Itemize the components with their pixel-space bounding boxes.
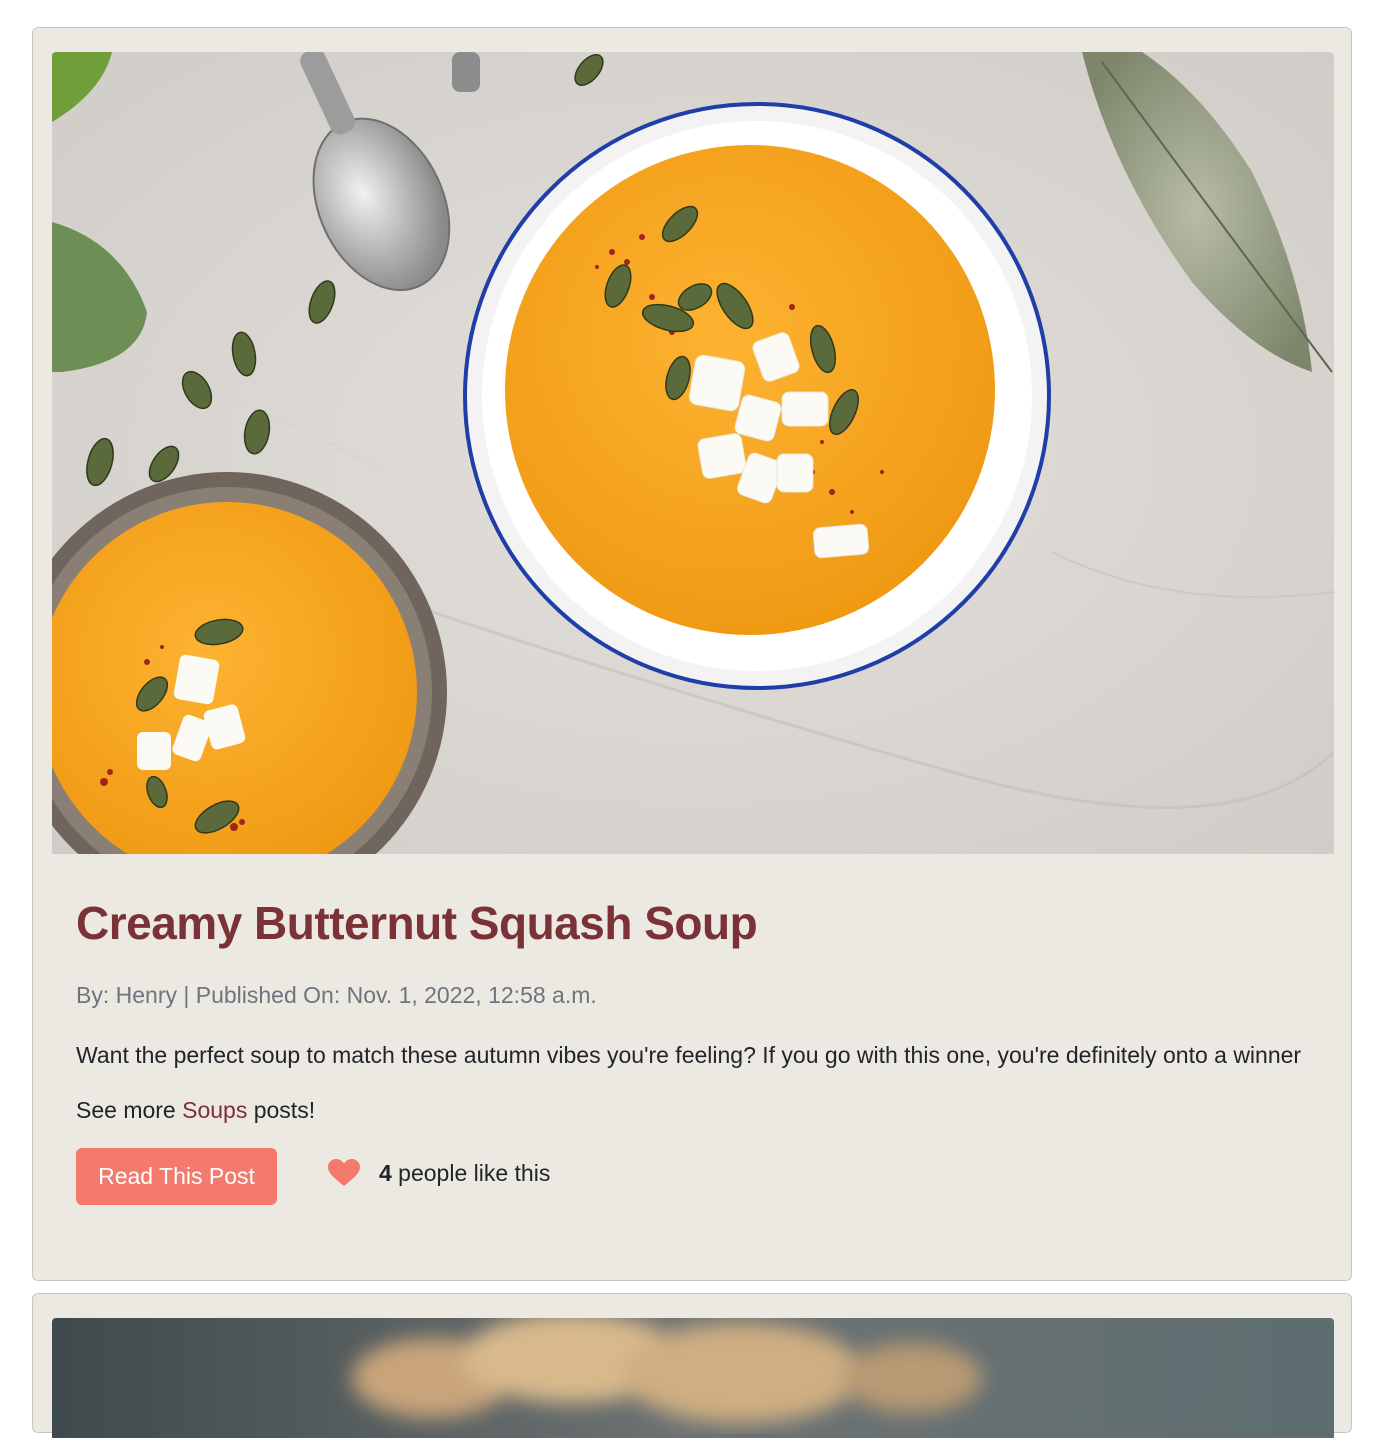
post-excerpt: Want the perfect soup to match these aut… [76,1041,1302,1068]
like-count-number: 4 [379,1159,392,1186]
post-card: Creamy Butternut Squash Soup By: Henry |… [32,27,1352,1281]
read-post-button[interactable]: Read This Post [76,1147,277,1205]
post-image [52,1318,1334,1438]
see-more-prefix: See more [76,1096,183,1123]
post-title[interactable]: Creamy Butternut Squash Soup [76,898,1311,949]
post-actions: Read This Post 4 people like this [76,1147,1311,1205]
see-more-suffix: posts! [247,1096,316,1123]
heart-icon[interactable] [327,1157,361,1189]
category-link[interactable]: Soups [182,1097,247,1123]
post-card [32,1293,1352,1438]
post-body: Creamy Butternut Squash Soup By: Henry |… [76,898,1311,1205]
post-image [52,52,1334,854]
see-more-text: See more Soups posts! [76,1097,1311,1124]
post-meta: By: Henry | Published On: Nov. 1, 2022, … [76,981,597,1008]
like-count-suffix: people like this [391,1159,551,1186]
like-count: 4 people like this [379,1160,550,1187]
